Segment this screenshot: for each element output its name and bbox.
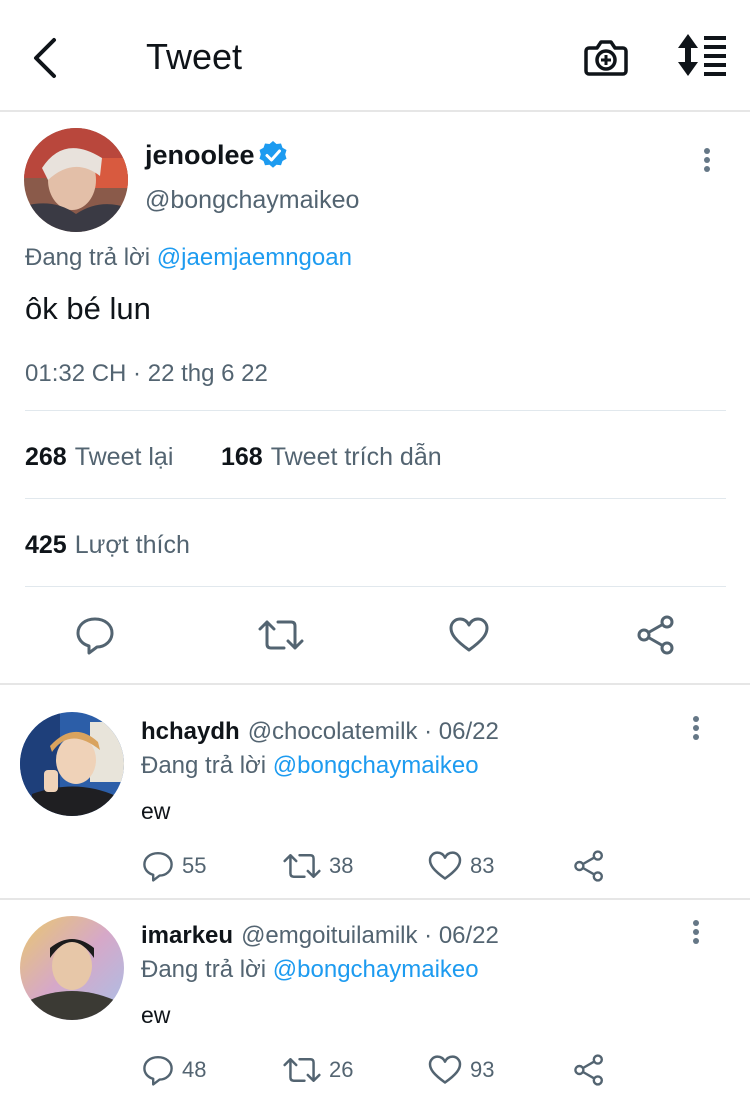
like-heart-icon[interactable] — [449, 617, 489, 653]
more-options-icon[interactable] — [690, 920, 702, 950]
retweet-button[interactable]: 38 — [283, 850, 353, 882]
reply-date: · 06/22 — [424, 718, 499, 745]
section-divider — [0, 898, 750, 900]
reply-icon[interactable] — [75, 615, 115, 655]
section-divider — [0, 683, 750, 685]
replying-to-link[interactable]: @bongchaymaikeo — [273, 956, 479, 983]
share-icon[interactable] — [636, 615, 676, 655]
quotes-label: Tweet trích dẫn — [270, 443, 442, 471]
more-options-icon[interactable] — [690, 716, 702, 746]
replying-prefix: Đang trả lời — [25, 244, 151, 271]
quotes-stat[interactable]: 168 Tweet trích dẫn — [221, 443, 442, 472]
retweets-stat[interactable]: 268 Tweet lại — [25, 443, 173, 472]
like-heart-icon — [428, 851, 462, 880]
reply-icon — [143, 852, 173, 882]
reply-count: 48 — [182, 1057, 207, 1082]
page-title: Tweet — [146, 36, 243, 77]
reply-meta: hchaydh @chocolatemilk · 06/22 — [141, 718, 499, 746]
reply-author-name[interactable]: hchaydh — [141, 718, 240, 745]
retweet-icon — [283, 1058, 321, 1082]
reply-meta: imarkeu @emgoituilamilk · 06/22 — [141, 922, 499, 950]
retweets-count: 268 — [25, 443, 67, 471]
reply-author-handle[interactable]: @chocolatemilk — [248, 718, 418, 745]
back-chevron-icon[interactable] — [28, 36, 64, 80]
like-button[interactable]: 93 — [428, 1055, 494, 1085]
share-icon[interactable] — [572, 1054, 606, 1086]
like-count: 83 — [470, 853, 495, 878]
replying-to-link[interactable]: @bongchaymaikeo — [273, 752, 479, 779]
retweet-icon — [283, 854, 321, 878]
reply-author-name[interactable]: imarkeu — [141, 922, 233, 949]
retweet-icon[interactable] — [258, 616, 304, 654]
replying-to-line: Đang trả lời @bongchaymaikeo — [141, 956, 479, 984]
reply-date: · 06/22 — [424, 922, 499, 949]
verified-badge-icon — [259, 141, 287, 168]
quotes-count: 168 — [221, 443, 263, 471]
replying-to-line: Đang trả lời @jaemjaemngoan — [25, 244, 352, 272]
divider — [25, 410, 726, 411]
author-name[interactable]: jenoolee — [145, 140, 255, 171]
author-handle[interactable]: @bongchaymaikeo — [145, 186, 359, 215]
retweet-button[interactable]: 26 — [283, 1054, 353, 1086]
replying-to-line: Đang trả lời @bongchaymaikeo — [141, 752, 479, 780]
top-bar: Tweet — [0, 0, 750, 112]
like-heart-icon — [428, 1055, 462, 1084]
reply-icon — [143, 1056, 173, 1086]
reply-text: ew — [141, 1002, 171, 1028]
reply-avatar[interactable] — [20, 712, 124, 816]
replying-prefix: Đang trả lời — [141, 956, 267, 983]
tweet-timestamp[interactable]: 01:32 CH · 22 thg 6 22 — [25, 360, 268, 388]
camera-plus-icon[interactable] — [583, 34, 629, 80]
retweet-count: 26 — [329, 1057, 354, 1082]
retweet-count: 38 — [329, 853, 354, 878]
likes-label: Lượt thích — [74, 531, 190, 559]
reply-text: ew — [141, 798, 171, 824]
tweet-text: ôk bé lun — [25, 291, 151, 326]
more-options-icon[interactable] — [701, 148, 713, 178]
reply-count: 55 — [182, 853, 207, 878]
reply-button[interactable]: 48 — [142, 1054, 206, 1086]
likes-stat[interactable]: 425 Lượt thích — [25, 531, 190, 560]
sort-icon[interactable] — [676, 34, 728, 76]
like-button[interactable]: 83 — [428, 851, 494, 881]
divider — [25, 498, 726, 499]
author-avatar[interactable] — [24, 128, 128, 232]
like-count: 93 — [470, 1057, 495, 1082]
share-icon[interactable] — [572, 850, 606, 882]
reply-button[interactable]: 55 — [142, 850, 206, 882]
retweets-label: Tweet lại — [74, 443, 174, 471]
divider — [25, 586, 726, 587]
reply-avatar[interactable] — [20, 916, 124, 1020]
reply-author-handle[interactable]: @emgoituilamilk — [241, 922, 417, 949]
likes-count: 425 — [25, 531, 67, 559]
replying-to-link[interactable]: @jaemjaemngoan — [157, 244, 352, 271]
replying-prefix: Đang trả lời — [141, 752, 267, 779]
